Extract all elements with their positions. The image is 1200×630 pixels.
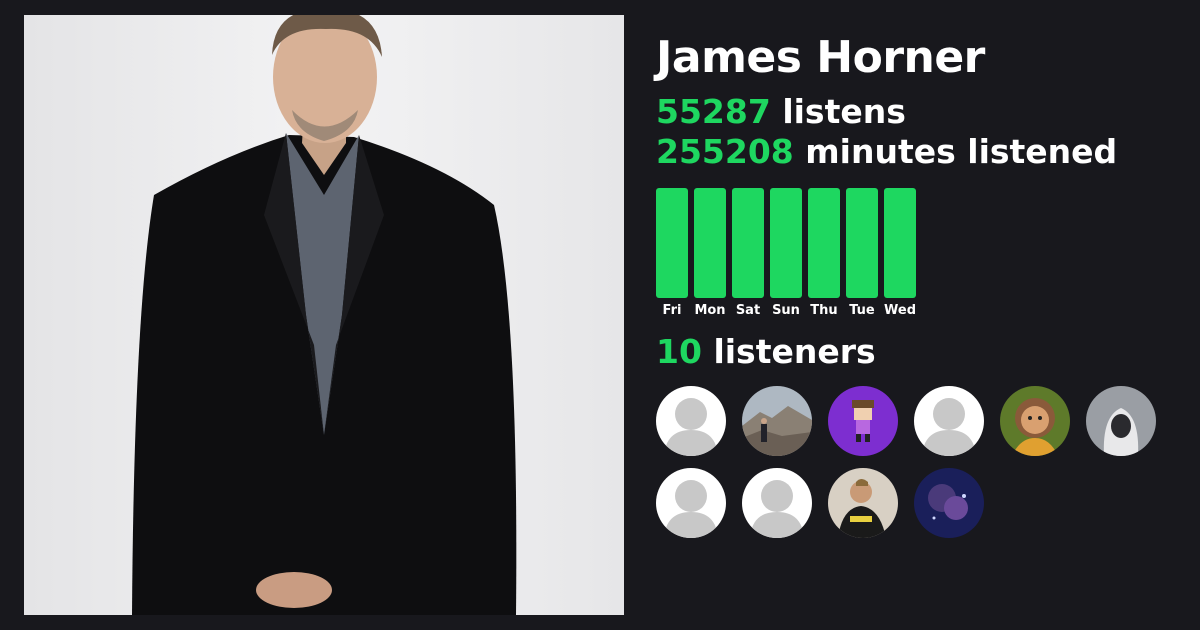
photo-pixel-character-icon — [828, 386, 898, 456]
photo-cartoon-face-icon — [1000, 386, 1070, 456]
listener-avatar[interactable] — [742, 468, 812, 538]
tick-label-fri: Fri — [663, 303, 682, 318]
tick-label-tue: Tue — [849, 303, 875, 318]
default-avatar-icon — [914, 386, 984, 456]
listens-count: 55287 — [656, 92, 771, 131]
default-avatar-icon — [656, 386, 726, 456]
bar-sun — [770, 188, 802, 298]
photo-dark-blue-icon — [914, 468, 984, 538]
listener-avatar[interactable] — [742, 386, 812, 456]
weekday-bar-chart: Fri Mon Sat Sun Thu Tue Wed — [656, 188, 918, 318]
bar-sat — [732, 188, 764, 298]
photo-mountain-icon — [742, 386, 812, 456]
tick-label-sun: Sun — [772, 303, 800, 318]
listener-avatar[interactable] — [914, 468, 984, 538]
bar-mon — [694, 188, 726, 298]
tick-label-thu: Thu — [810, 303, 837, 318]
listens-label: listens — [782, 92, 906, 131]
artist-photo — [24, 15, 624, 615]
bar-tue — [846, 188, 878, 298]
listener-avatar[interactable] — [828, 386, 898, 456]
listeners-count: 10 — [656, 332, 702, 371]
tick-label-wed: Wed — [884, 303, 916, 318]
photo-hooded-figure-icon — [1086, 386, 1156, 456]
listener-avatar[interactable] — [828, 468, 898, 538]
listener-avatar[interactable] — [1086, 386, 1156, 456]
default-avatar-icon — [656, 468, 726, 538]
listeners-label: listeners — [713, 332, 876, 371]
listener-avatar[interactable] — [656, 386, 726, 456]
bar-thu — [808, 188, 840, 298]
listens-stat: 55287 listens — [656, 92, 1176, 132]
listener-avatar[interactable] — [656, 468, 726, 538]
default-avatar-icon — [742, 468, 812, 538]
photo-person-selfie-icon — [828, 468, 898, 538]
minutes-stat: 255208 minutes listened — [656, 132, 1176, 172]
listeners-heading: 10 listeners — [656, 332, 1176, 372]
artist-info: James Horner 55287 listens 255208 minute… — [656, 30, 1176, 538]
bar-fri — [656, 188, 688, 298]
tick-label-mon: Mon — [694, 303, 725, 318]
tick-label-sat: Sat — [736, 303, 760, 318]
listener-avatars — [656, 386, 1176, 538]
artist-name: James Horner — [656, 32, 985, 83]
listener-avatar[interactable] — [914, 386, 984, 456]
listener-avatar[interactable] — [1000, 386, 1070, 456]
minutes-count: 255208 — [656, 132, 794, 171]
minutes-label: minutes listened — [805, 132, 1118, 171]
bar-wed — [884, 188, 916, 298]
